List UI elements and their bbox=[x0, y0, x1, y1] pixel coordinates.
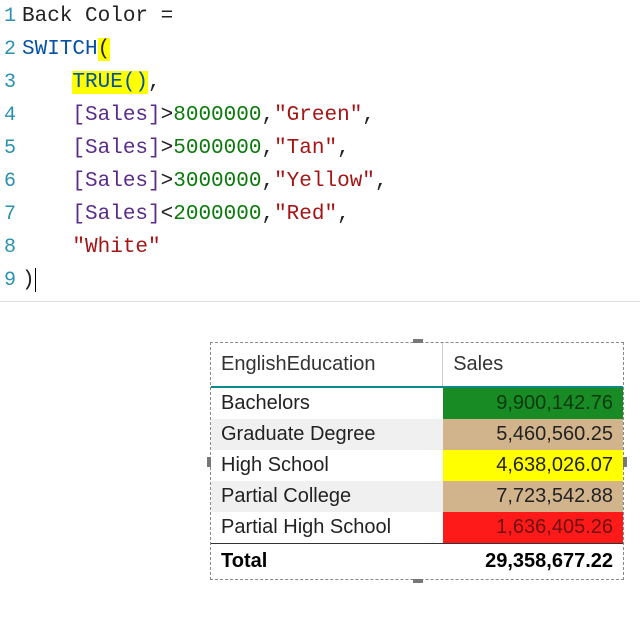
cell-sales: 7,723,542.88 bbox=[443, 481, 623, 512]
line-number: 8 bbox=[0, 231, 16, 264]
cell-sales: 4,638,026.07 bbox=[443, 450, 623, 481]
token: , bbox=[148, 71, 161, 94]
text-cursor bbox=[35, 268, 36, 292]
code-content[interactable]: [Sales]>5000000,"Tan", bbox=[16, 132, 350, 165]
result-table: EnglishEducation Sales Bachelors9,900,14… bbox=[211, 343, 623, 579]
code-content[interactable]: SWITCH( bbox=[16, 33, 110, 66]
token: [Sales] bbox=[72, 203, 160, 226]
code-line[interactable]: 4 [Sales]>8000000,"Green", bbox=[0, 99, 640, 132]
token bbox=[22, 104, 72, 127]
code-line[interactable]: 5 [Sales]>5000000,"Tan", bbox=[0, 132, 640, 165]
code-content[interactable]: Back Color = bbox=[16, 0, 186, 33]
token bbox=[22, 71, 72, 94]
token bbox=[22, 137, 72, 160]
token bbox=[22, 203, 72, 226]
code-content[interactable]: ) bbox=[16, 264, 36, 297]
code-content[interactable]: TRUE(), bbox=[16, 66, 161, 99]
token: "White" bbox=[72, 236, 160, 259]
token: SWITCH bbox=[22, 38, 98, 61]
token: , bbox=[261, 170, 274, 193]
line-number: 9 bbox=[0, 264, 16, 297]
token: TRUE() bbox=[72, 71, 148, 94]
token: , bbox=[375, 170, 388, 193]
token: [Sales] bbox=[72, 104, 160, 127]
code-line[interactable]: 6 [Sales]>3000000,"Yellow", bbox=[0, 165, 640, 198]
total-value: 29,358,677.22 bbox=[443, 544, 623, 580]
code-content[interactable]: [Sales]<2000000,"Red", bbox=[16, 198, 350, 231]
token bbox=[22, 236, 72, 259]
table-row[interactable]: Partial College7,723,542.88 bbox=[211, 481, 623, 512]
cell-education: Partial College bbox=[211, 481, 443, 512]
token: , bbox=[337, 137, 350, 160]
code-line[interactable]: 7 [Sales]<2000000,"Red", bbox=[0, 198, 640, 231]
cell-education: High School bbox=[211, 450, 443, 481]
token: , bbox=[337, 203, 350, 226]
token bbox=[22, 170, 72, 193]
resize-handle-top[interactable] bbox=[413, 339, 423, 343]
token: 8000000 bbox=[173, 104, 261, 127]
code-line[interactable]: 9) bbox=[0, 264, 640, 297]
table-row[interactable]: Bachelors9,900,142.76 bbox=[211, 387, 623, 419]
cell-education: Partial High School bbox=[211, 512, 443, 544]
token: [Sales] bbox=[72, 170, 160, 193]
token: "Green" bbox=[274, 104, 362, 127]
token: [Sales] bbox=[72, 137, 160, 160]
formula-editor[interactable]: 1Back Color = 2SWITCH(3 TRUE(),4 [Sales]… bbox=[0, 0, 640, 302]
line-number: 1 bbox=[0, 0, 16, 33]
token: , bbox=[261, 104, 274, 127]
token: < bbox=[161, 203, 174, 226]
line-number: 6 bbox=[0, 165, 16, 198]
line-number: 4 bbox=[0, 99, 16, 132]
cell-sales: 9,900,142.76 bbox=[443, 387, 623, 419]
code-content[interactable]: [Sales]>3000000,"Yellow", bbox=[16, 165, 388, 198]
token: , bbox=[261, 203, 274, 226]
code-line[interactable]: 8 "White" bbox=[0, 231, 640, 264]
token: > bbox=[161, 137, 174, 160]
table-row[interactable]: Partial High School1,636,405.26 bbox=[211, 512, 623, 544]
token: , bbox=[362, 104, 375, 127]
cell-sales: 5,460,560.25 bbox=[443, 419, 623, 450]
code-content[interactable]: [Sales]>8000000,"Green", bbox=[16, 99, 375, 132]
column-header-education[interactable]: EnglishEducation bbox=[211, 343, 443, 387]
token: 3000000 bbox=[173, 170, 261, 193]
token: > bbox=[161, 104, 174, 127]
code-line[interactable]: 2SWITCH( bbox=[0, 33, 640, 66]
line-number: 3 bbox=[0, 66, 16, 99]
line-number: 5 bbox=[0, 132, 16, 165]
token: 2000000 bbox=[173, 203, 261, 226]
token: Back Color = bbox=[22, 5, 186, 28]
table-row[interactable]: Graduate Degree5,460,560.25 bbox=[211, 419, 623, 450]
visual-table-container[interactable]: EnglishEducation Sales Bachelors9,900,14… bbox=[210, 342, 624, 580]
line-number: 2 bbox=[0, 33, 16, 66]
token: 5000000 bbox=[173, 137, 261, 160]
column-header-sales[interactable]: Sales bbox=[443, 343, 623, 387]
token: "Yellow" bbox=[274, 170, 375, 193]
resize-handle-bottom[interactable] bbox=[413, 579, 423, 583]
resize-handle-right[interactable] bbox=[623, 457, 627, 467]
code-line[interactable]: 1 Back Color = bbox=[0, 0, 640, 33]
cell-sales: 1,636,405.26 bbox=[443, 512, 623, 544]
token: "Red" bbox=[274, 203, 337, 226]
token: ( bbox=[98, 38, 111, 61]
resize-handle-left[interactable] bbox=[207, 457, 211, 467]
token: > bbox=[161, 170, 174, 193]
token: , bbox=[261, 137, 274, 160]
line-number: 7 bbox=[0, 198, 16, 231]
total-label: Total bbox=[211, 544, 443, 580]
table-row[interactable]: High School4,638,026.07 bbox=[211, 450, 623, 481]
token: "Tan" bbox=[274, 137, 337, 160]
code-line[interactable]: 3 TRUE(), bbox=[0, 66, 640, 99]
token: ) bbox=[22, 269, 35, 292]
cell-education: Graduate Degree bbox=[211, 419, 443, 450]
cell-education: Bachelors bbox=[211, 387, 443, 419]
code-content[interactable]: "White" bbox=[16, 231, 161, 264]
